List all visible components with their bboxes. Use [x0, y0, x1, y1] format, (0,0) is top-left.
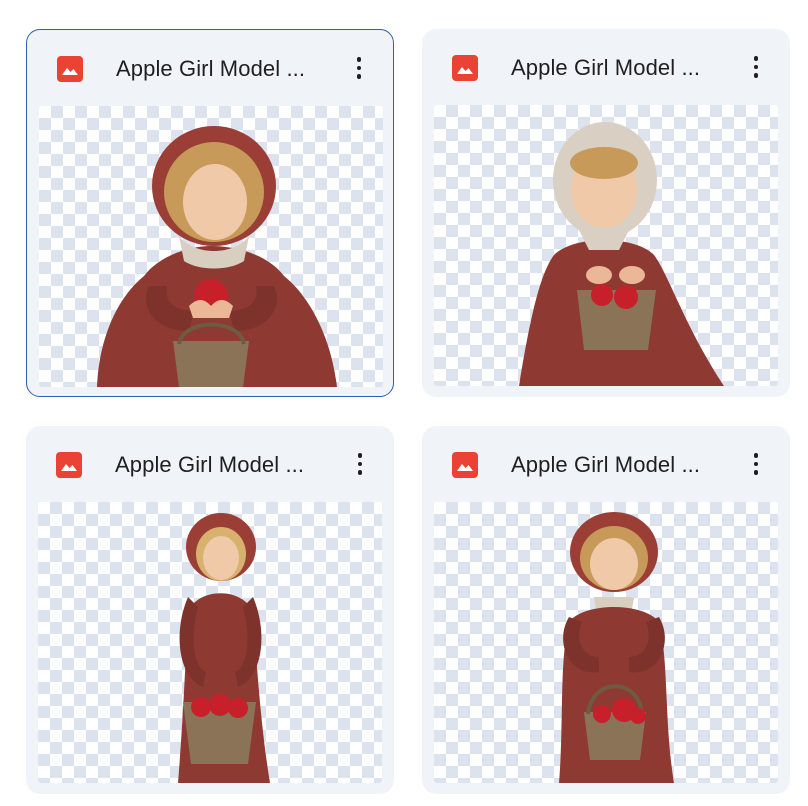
image-thumbnail[interactable]	[39, 106, 383, 387]
image-thumbnail[interactable]	[434, 502, 778, 783]
card-header: Apple Girl Model ...	[27, 30, 393, 106]
image-file-icon	[452, 55, 478, 81]
card-header: Apple Girl Model ...	[26, 426, 394, 502]
file-card[interactable]: Apple Girl Model ...	[26, 426, 394, 794]
card-header: Apple Girl Model ...	[422, 29, 790, 105]
image-file-icon	[56, 452, 82, 478]
file-name[interactable]: Apple Girl Model ...	[116, 56, 326, 82]
file-card[interactable]: Apple Girl Model ...	[26, 29, 394, 397]
more-vert-icon[interactable]	[343, 50, 375, 86]
more-vert-icon[interactable]	[740, 49, 772, 85]
more-vert-icon[interactable]	[344, 446, 376, 482]
more-vert-icon[interactable]	[740, 446, 772, 482]
image-thumbnail[interactable]	[434, 105, 778, 386]
file-card[interactable]: Apple Girl Model ...	[422, 426, 790, 794]
file-name[interactable]: Apple Girl Model ...	[115, 452, 325, 478]
file-name[interactable]: Apple Girl Model ...	[511, 55, 721, 81]
file-name[interactable]: Apple Girl Model ...	[511, 452, 721, 478]
image-file-icon	[452, 452, 478, 478]
image-file-icon	[57, 56, 83, 82]
image-thumbnail[interactable]	[38, 502, 382, 783]
file-card[interactable]: Apple Girl Model ...	[422, 29, 790, 397]
card-header: Apple Girl Model ...	[422, 426, 790, 502]
